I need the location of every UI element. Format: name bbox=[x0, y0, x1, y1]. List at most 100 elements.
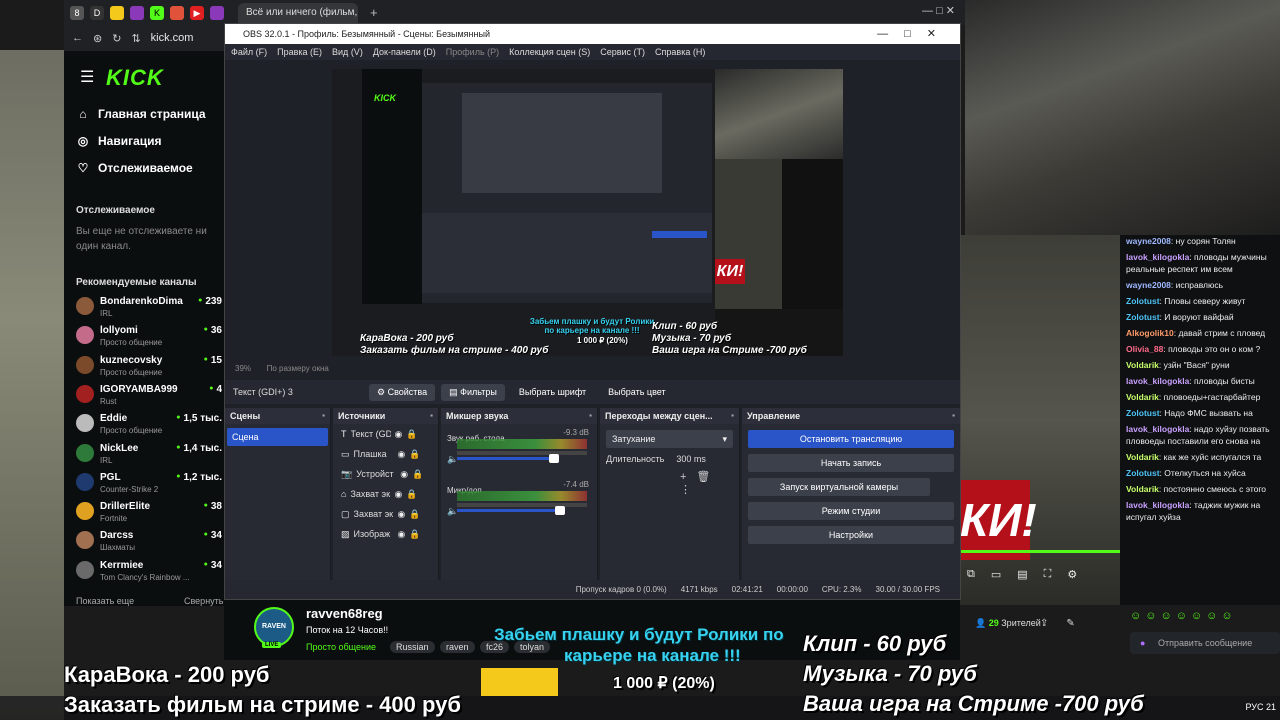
site-settings-icon[interactable]: ⇅ bbox=[131, 32, 140, 45]
source-item[interactable]: T Текст (GDI ◉ 🔒 bbox=[333, 424, 438, 444]
select-color-button[interactable]: Выбрать цвет bbox=[600, 384, 673, 400]
fullscreen-icon[interactable]: ⛶ bbox=[1044, 568, 1052, 581]
studio-mode-button[interactable]: Режим студии bbox=[748, 502, 954, 520]
select-font-button[interactable]: Выбрать шрифт bbox=[511, 384, 594, 400]
menu-tools[interactable]: Сервис (T) bbox=[600, 44, 645, 60]
reload-icon[interactable]: ↻ bbox=[112, 32, 121, 45]
tag-russian[interactable]: Russian bbox=[390, 641, 435, 653]
menu-icon[interactable]: ☰ bbox=[80, 67, 94, 87]
eye-icon[interactable]: ◉ bbox=[398, 449, 406, 460]
menu-file[interactable]: Файл (F) bbox=[231, 44, 267, 60]
source-item[interactable]: ▢ Захват эк ◉ 🔒 bbox=[333, 504, 438, 524]
share-icon[interactable]: ⇪ bbox=[1040, 618, 1066, 629]
tab-icon-purple-2[interactable] bbox=[210, 5, 224, 20]
lock-icon[interactable]: 🔒 bbox=[412, 469, 423, 480]
show-more-link[interactable]: Показать еще bbox=[76, 596, 134, 606]
lock-icon[interactable]: 🔒 bbox=[409, 449, 420, 460]
recommended-channel[interactable]: EddieПросто общение 1,5 тыс. bbox=[76, 411, 222, 439]
mixer-channel-mic[interactable]: Микр/доп -7.4 dB 🔈 bbox=[447, 480, 591, 528]
obs-preview[interactable]: KICK КИ! КараВока - 200 руб Заказать фил… bbox=[332, 69, 843, 356]
back-icon[interactable]: ← bbox=[72, 32, 83, 44]
streamer-name[interactable]: ravven68reg bbox=[306, 606, 383, 621]
mixer-channel-desktop[interactable]: Звук раб. стола -9.3 dB 🔈 bbox=[447, 428, 591, 476]
url-field[interactable]: kick.com bbox=[151, 32, 194, 44]
emote-icon[interactable]: ● bbox=[1140, 632, 1145, 654]
kick-tab-icon[interactable]: K bbox=[150, 5, 164, 20]
source-item[interactable]: ▭ Плашка ◉ 🔒 bbox=[333, 444, 438, 464]
chat-username[interactable]: Voldarik bbox=[1126, 392, 1159, 402]
start-recording-button[interactable]: Начать запись bbox=[748, 454, 954, 472]
workspace-icon[interactable]: 8 bbox=[70, 5, 84, 20]
stream-category[interactable]: Просто общение bbox=[306, 642, 376, 652]
youtube-tab-icon[interactable]: ▶ bbox=[190, 5, 204, 20]
menu-view[interactable]: Вид (V) bbox=[332, 44, 363, 60]
settings-button[interactable]: Настройки bbox=[748, 526, 954, 544]
volume-slider[interactable] bbox=[457, 457, 552, 460]
recommended-channel[interactable]: DrillerEliteFortnite 38 bbox=[76, 499, 222, 527]
recommended-channel[interactable]: PGLCounter-Strike 2 1,2 тыс. bbox=[76, 470, 222, 498]
chat-username[interactable]: lavok_kilogokla bbox=[1126, 252, 1189, 262]
lock-icon[interactable]: 🔒 bbox=[406, 429, 417, 440]
chat-username[interactable]: Voldarik bbox=[1126, 452, 1159, 462]
chat-username[interactable]: Zolotust bbox=[1126, 468, 1160, 478]
volume-slider-knob[interactable] bbox=[555, 506, 565, 515]
chat-username[interactable]: Voldarik bbox=[1126, 360, 1159, 370]
obs-zoom[interactable]: 39% По размеру окна bbox=[235, 364, 329, 373]
theater-icon[interactable]: ▭ bbox=[991, 568, 1001, 581]
recommended-channel[interactable]: BondarenkoDima IRL 239 bbox=[76, 294, 222, 322]
menu-docks[interactable]: Док-панели (D) bbox=[373, 44, 436, 60]
start-virtual-camera-button[interactable]: Запуск виртуальной камеры bbox=[748, 478, 930, 496]
menu-profile[interactable]: Профиль (P) bbox=[446, 44, 499, 60]
chat-username[interactable]: wayne2008 bbox=[1126, 236, 1171, 246]
tab-icon-d[interactable]: D bbox=[90, 5, 104, 20]
chat-username[interactable]: Voldarik bbox=[1126, 484, 1159, 494]
lock-icon[interactable]: 🔒 bbox=[406, 489, 417, 500]
browser-tab-active[interactable]: Всё или ничего (фильм, 2 bbox=[238, 2, 358, 23]
eye-icon[interactable]: ◉ bbox=[395, 429, 403, 440]
pin-icon[interactable]: ✎ bbox=[1066, 618, 1092, 629]
chat-username[interactable]: Zolotust bbox=[1126, 408, 1160, 418]
menu-scene-collection[interactable]: Коллекция сцен (S) bbox=[509, 44, 590, 60]
lock-icon[interactable]: 🔒 bbox=[409, 509, 420, 520]
duration-input[interactable]: 300 ms bbox=[676, 454, 706, 464]
eye-icon[interactable]: ◉ bbox=[398, 529, 406, 540]
kick-logo[interactable]: KICK bbox=[106, 65, 164, 91]
obs-window-controls[interactable]: —□✕ bbox=[877, 24, 952, 44]
chat-username[interactable]: lavok_kilogokla bbox=[1126, 500, 1189, 510]
properties-button[interactable]: ⚙ Свойства bbox=[369, 383, 436, 401]
recommended-channel[interactable]: NickLeeIRL 1,4 тыс. bbox=[76, 441, 222, 469]
tab-icon-orange[interactable] bbox=[170, 5, 184, 20]
recommended-channel[interactable]: KerrmieeTom Clancy's Rainbow ... 34 bbox=[76, 558, 222, 586]
collapse-link[interactable]: Свернуть bbox=[184, 596, 223, 606]
new-tab-button[interactable]: + bbox=[370, 5, 378, 20]
eye-icon[interactable]: ◉ bbox=[400, 469, 408, 480]
recommended-channel[interactable]: kuznecovskyПросто общение 15 bbox=[76, 353, 222, 381]
nav-following[interactable]: ♡ Отслеживаемое bbox=[76, 161, 193, 175]
chat-username[interactable]: wayne2008 bbox=[1126, 280, 1171, 290]
chat-username[interactable]: lavok_kilogokla bbox=[1126, 376, 1189, 386]
pip-icon[interactable]: ⧉ bbox=[967, 568, 975, 581]
language-indicator[interactable]: РУС bbox=[1245, 702, 1263, 712]
chat-username[interactable]: Olivia_88 bbox=[1126, 344, 1163, 354]
tag-raven[interactable]: raven bbox=[440, 641, 475, 653]
nav-browse[interactable]: ◎ Навигация bbox=[76, 134, 162, 148]
chat-username[interactable]: Alkogolik10 bbox=[1126, 328, 1174, 338]
filters-button[interactable]: ▤ Фильтры bbox=[441, 383, 505, 401]
source-item[interactable]: ⌂ Захват эк ◉ 🔒 bbox=[333, 484, 438, 504]
transition-select[interactable]: Затухание bbox=[606, 430, 733, 448]
volume-slider[interactable] bbox=[457, 509, 557, 512]
recommended-channel[interactable]: lollyomiПросто общение 36 bbox=[76, 323, 222, 351]
menu-help[interactable]: Справка (H) bbox=[655, 44, 705, 60]
eye-icon[interactable]: ◉ bbox=[398, 509, 406, 520]
menu-edit[interactable]: Правка (E) bbox=[277, 44, 322, 60]
clip-icon[interactable]: ▤ bbox=[1017, 568, 1027, 581]
transition-toolbar[interactable]: +🗑⋮ bbox=[680, 470, 739, 496]
extensions-icon[interactable]: ⊛ bbox=[93, 32, 102, 45]
emote-bar[interactable]: ☺☺☺☺☺☺☺ bbox=[1130, 610, 1237, 622]
chat-input[interactable]: ● Отправить сообщение bbox=[1130, 632, 1280, 654]
lock-icon[interactable]: 🔒 bbox=[409, 529, 420, 540]
recommended-channel[interactable]: IGORYAMBA999Rust 4 bbox=[76, 382, 222, 410]
nav-home[interactable]: ⌂ Главная страница bbox=[76, 107, 205, 121]
chat-username[interactable]: lavok_kilogokla bbox=[1126, 424, 1189, 434]
stop-streaming-button[interactable]: Остановить трансляцию bbox=[748, 430, 954, 448]
